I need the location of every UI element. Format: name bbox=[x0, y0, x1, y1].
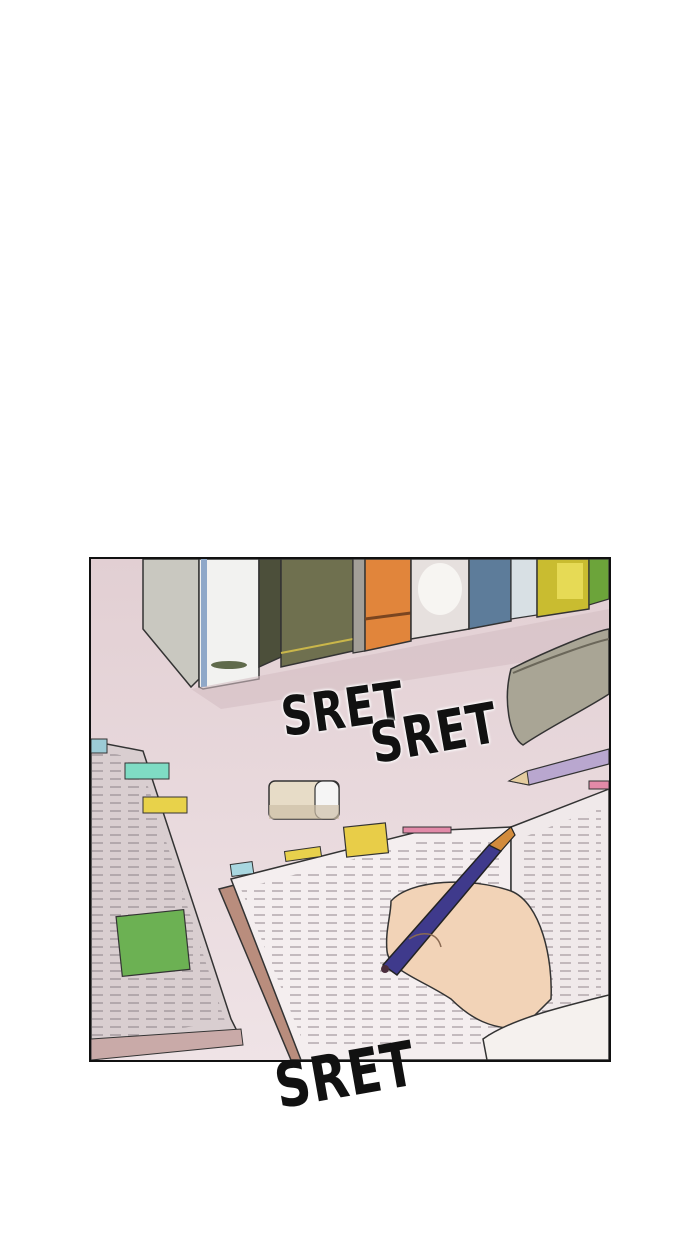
comic-panel bbox=[89, 557, 611, 1062]
desk-illustration bbox=[91, 559, 609, 1060]
eraser bbox=[268, 780, 340, 820]
